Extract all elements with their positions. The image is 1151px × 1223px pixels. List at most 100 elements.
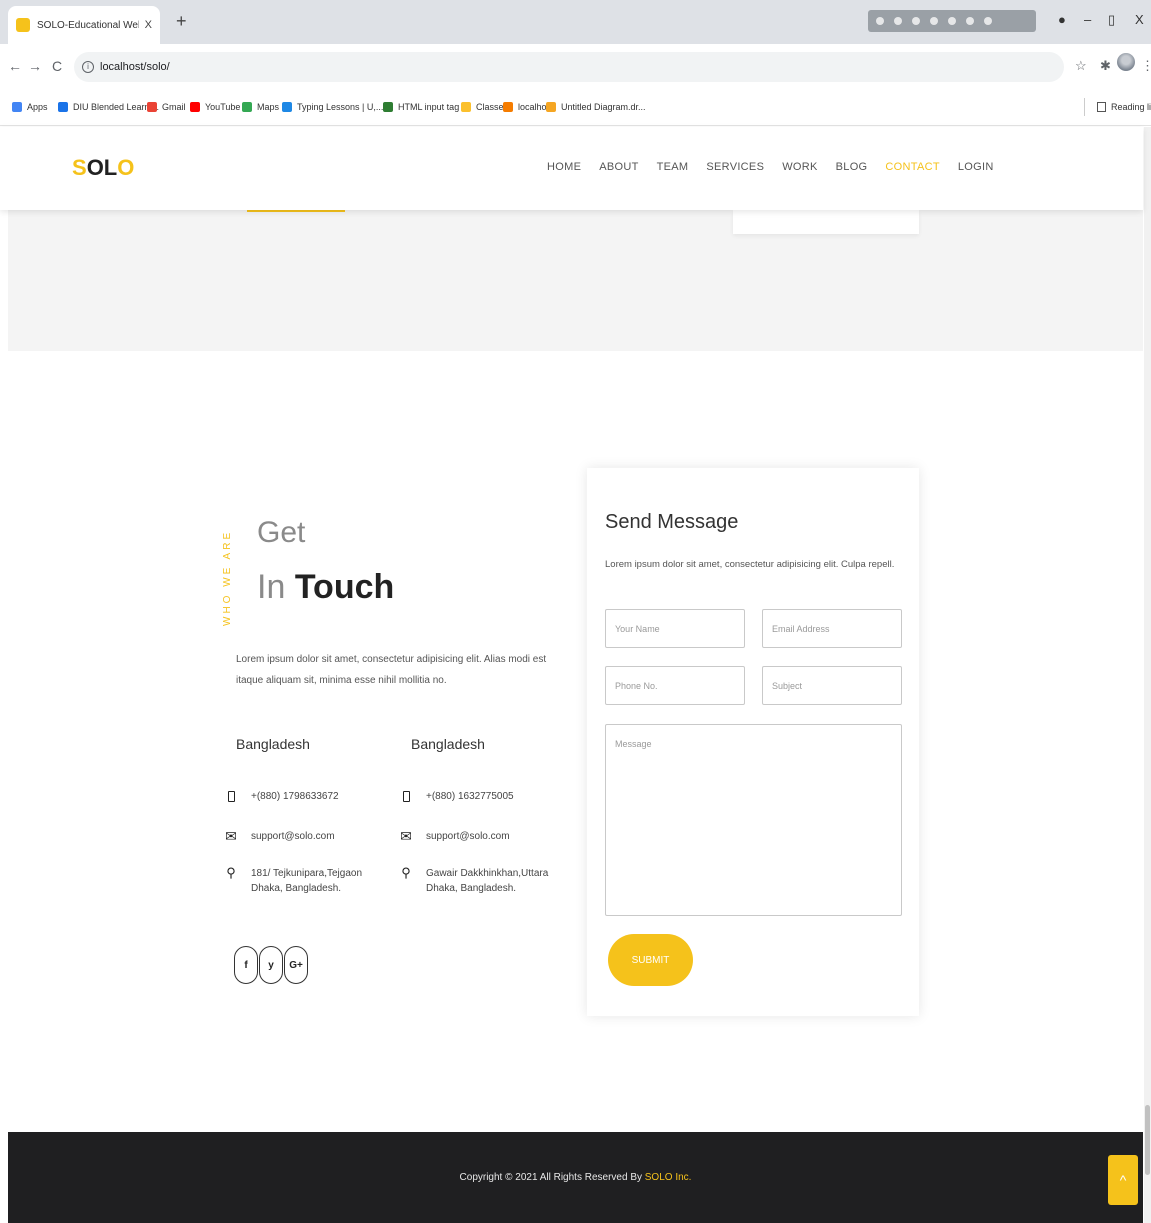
back-arrow-icon[interactable]: ←: [8, 58, 22, 74]
url-text[interactable]: localhost/solo/: [100, 61, 170, 73]
site-favicon-icon: [16, 18, 30, 32]
maximize-button[interactable]: ▯: [1108, 12, 1115, 28]
office-email: ✉ support@solo.com: [400, 828, 510, 844]
youtube-icon: [190, 102, 200, 112]
bookmark-apps[interactable]: Apps: [12, 102, 48, 112]
localhost-icon: [503, 102, 513, 112]
bookmark-youtube[interactable]: YouTube: [190, 102, 240, 112]
bookmark-typing[interactable]: Typing Lessons | U,...: [282, 102, 383, 112]
bookmark-star-icon[interactable]: ☆: [1075, 58, 1087, 74]
nav-contact[interactable]: CONTACT: [885, 161, 939, 173]
page-scrollbar-thumb[interactable]: [1145, 1105, 1150, 1175]
form-title: Send Message: [605, 511, 739, 533]
forward-arrow-icon[interactable]: →: [28, 58, 42, 74]
office-address: ⚲ Gawair Dakkhinkhan,Uttara Dhaka, Bangla…: [399, 866, 548, 896]
page-scrollbar-track[interactable]: [1144, 127, 1151, 1223]
maps-pin-icon: [242, 102, 252, 112]
reading-list-button[interactable]: Reading list: [1084, 98, 1151, 116]
twitter-icon[interactable]: y: [259, 946, 283, 984]
phone-icon: [399, 789, 413, 807]
bookmark-diagram[interactable]: Untitled Diagram.dr...: [546, 102, 646, 112]
office-address: ⚲ 181/ Tejkunipara,Tejgaon Dhaka, Banglad…: [224, 866, 362, 896]
facebook-icon[interactable]: f: [234, 946, 258, 984]
address-bar[interactable]: i localhost/solo/: [74, 52, 1064, 82]
bookmark-diu[interactable]: DIU Blended Learni...: [58, 102, 159, 112]
site-info-icon[interactable]: i: [82, 61, 94, 73]
nav-team[interactable]: TEAM: [657, 161, 689, 173]
profile-dot-icon[interactable]: ●: [1058, 12, 1066, 27]
tab-close-button[interactable]: X: [145, 19, 152, 31]
office-1: Bangladesh +(880) 1798633672 ✉ support@s…: [225, 736, 396, 916]
browser-tab-strip: SOLO-Educational Website X + ● – ▯ X: [0, 0, 1151, 44]
extension-icon[interactable]: [894, 17, 902, 25]
section-accent-line: [247, 210, 345, 212]
extension-icon[interactable]: [948, 17, 956, 25]
subject-input[interactable]: [762, 666, 902, 705]
office-country: Bangladesh: [236, 736, 310, 752]
site-logo[interactable]: SOLO: [72, 155, 134, 181]
site-header: SOLO HOME ABOUT TEAM SERVICES WORK BLOG …: [0, 127, 1143, 210]
reload-icon[interactable]: C: [52, 58, 62, 74]
heading-get: Get: [257, 516, 306, 549]
google-plus-icon[interactable]: G+: [284, 946, 308, 984]
extension-icon[interactable]: [966, 17, 974, 25]
browser-tab[interactable]: SOLO-Educational Website X: [8, 6, 160, 44]
bookmark-gmail[interactable]: Gmail: [147, 102, 186, 112]
extensions-puzzle-icon[interactable]: ✱: [1100, 58, 1111, 74]
previous-section: [8, 210, 1143, 351]
apps-grid-icon: [12, 102, 22, 112]
phone-input[interactable]: [605, 666, 745, 705]
bookmarks-bar: Apps DIU Blended Learni... Gmail YouTube…: [0, 90, 1151, 126]
copyright-text: Copyright © 2021 All Rights Reserved By …: [459, 1172, 692, 1183]
extension-icon[interactable]: [876, 17, 884, 25]
extension-tray[interactable]: [868, 10, 1036, 32]
gmail-icon: [147, 102, 157, 112]
w3-icon: [383, 102, 393, 112]
main-nav: HOME ABOUT TEAM SERVICES WORK BLOG CONTA…: [547, 161, 1012, 173]
nav-work[interactable]: WORK: [782, 161, 817, 173]
submit-button[interactable]: SUBMIT: [608, 934, 693, 986]
name-input[interactable]: [605, 609, 745, 648]
reading-list-icon: [1097, 102, 1106, 112]
office-2: Bangladesh +(880) 1632775005 ✉ support@s…: [400, 736, 571, 916]
office-phone: +(880) 1632775005: [399, 789, 514, 807]
close-window-button[interactable]: X: [1135, 12, 1144, 27]
phone-icon: [224, 789, 238, 807]
bookmark-classes[interactable]: Classes: [461, 102, 508, 112]
footer-brand-link[interactable]: SOLO Inc.: [645, 1172, 692, 1183]
envelope-icon: ✉: [225, 828, 237, 844]
extension-icon[interactable]: [930, 17, 938, 25]
tab-title: SOLO-Educational Website: [37, 19, 139, 31]
browser-menu-icon[interactable]: ⋮: [1141, 58, 1151, 74]
office-email: ✉ support@solo.com: [225, 828, 335, 844]
new-tab-button[interactable]: +: [176, 12, 187, 30]
minimize-button[interactable]: –: [1084, 12, 1091, 27]
section-tagline: WHO WE ARE: [222, 529, 233, 626]
nav-about[interactable]: ABOUT: [599, 161, 638, 173]
envelope-icon: ✉: [400, 828, 412, 844]
office-country: Bangladesh: [411, 736, 485, 752]
back-to-top-button[interactable]: ^: [1108, 1155, 1138, 1205]
bookmark-maps[interactable]: Maps: [242, 102, 279, 112]
diagram-icon: [546, 102, 556, 112]
map-marker-icon: ⚲: [401, 865, 411, 880]
send-message-card: Send Message Lorem ipsum dolor sit amet,…: [587, 468, 919, 1016]
email-input[interactable]: [762, 609, 902, 648]
contact-intro: Lorem ipsum dolor sit amet, consectetur …: [236, 654, 547, 686]
browser-toolbar: ← → C i localhost/solo/ ☆ ✱ ⋮: [0, 44, 1151, 90]
bookmark-html-input[interactable]: HTML input tag: [383, 102, 459, 112]
office-phone: +(880) 1798633672: [224, 789, 339, 807]
map-marker-icon: ⚲: [226, 865, 236, 880]
profile-avatar[interactable]: [1117, 53, 1135, 71]
nav-blog[interactable]: BLOG: [836, 161, 868, 173]
message-textarea[interactable]: [605, 724, 902, 916]
heading-in-touch: In Touch: [257, 568, 395, 606]
classroom-icon: [461, 102, 471, 112]
extension-icon[interactable]: [984, 17, 992, 25]
nav-login[interactable]: LOGIN: [958, 161, 994, 173]
form-subtitle: Lorem ipsum dolor sit amet, consectetur …: [605, 559, 895, 570]
nav-home[interactable]: HOME: [547, 161, 581, 173]
nav-services[interactable]: SERVICES: [706, 161, 764, 173]
previous-section-card: [733, 210, 919, 234]
extension-icon[interactable]: [912, 17, 920, 25]
